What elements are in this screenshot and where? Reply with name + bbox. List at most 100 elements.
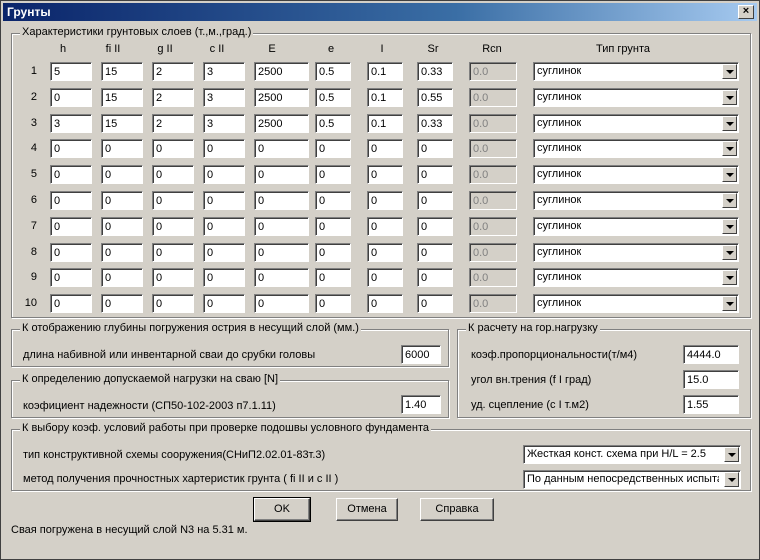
chevron-down-icon[interactable] — [724, 447, 739, 462]
layer-porosity-input[interactable] — [315, 268, 351, 287]
layer-sr-input[interactable] — [417, 88, 453, 107]
title-bar[interactable]: Грунты × — [3, 3, 757, 21]
layer-il-input[interactable] — [367, 88, 403, 107]
layer-il-input[interactable] — [367, 139, 403, 158]
layer-c-input[interactable] — [203, 114, 245, 133]
layer-il-input[interactable] — [367, 243, 403, 262]
layer-fi-input[interactable] — [101, 217, 143, 236]
layer-g-input[interactable] — [152, 165, 194, 184]
layer-porosity-input[interactable] — [315, 165, 351, 184]
layer-il-input[interactable] — [367, 62, 403, 81]
layer-e-modulus-input[interactable] — [254, 191, 309, 210]
layer-fi-input[interactable] — [101, 243, 143, 262]
layer-g-input[interactable] — [152, 268, 194, 287]
layer-porosity-input[interactable] — [315, 139, 351, 158]
layer-h-input[interactable] — [50, 165, 92, 184]
soil-type-select[interactable]: суглинок — [533, 243, 739, 262]
chevron-down-icon[interactable] — [722, 270, 737, 285]
scheme-select[interactable]: Жесткая конст. схема при H/L = 2.5 — [523, 445, 741, 464]
layer-g-input[interactable] — [152, 217, 194, 236]
chevron-down-icon[interactable] — [722, 245, 737, 260]
layer-porosity-input[interactable] — [315, 217, 351, 236]
layer-c-input[interactable] — [203, 88, 245, 107]
layer-fi-input[interactable] — [101, 139, 143, 158]
soil-type-select[interactable]: суглинок — [533, 139, 739, 158]
layer-h-input[interactable] — [50, 62, 92, 81]
layer-e-modulus-input[interactable] — [254, 294, 309, 313]
layer-e-modulus-input[interactable] — [254, 62, 309, 81]
ok-button[interactable]: OK — [253, 497, 311, 522]
chevron-down-icon[interactable] — [722, 116, 737, 131]
help-button[interactable]: Справка — [420, 498, 494, 521]
layer-sr-input[interactable] — [417, 243, 453, 262]
layer-porosity-input[interactable] — [315, 114, 351, 133]
pile-length-input[interactable] — [401, 345, 441, 364]
method-select[interactable]: По данным непосредственных испытаний — [523, 470, 741, 489]
layer-sr-input[interactable] — [417, 114, 453, 133]
layer-h-input[interactable] — [50, 88, 92, 107]
layer-porosity-input[interactable] — [315, 62, 351, 81]
layer-c-input[interactable] — [203, 139, 245, 158]
layer-c-input[interactable] — [203, 62, 245, 81]
layer-fi-input[interactable] — [101, 191, 143, 210]
soil-type-select[interactable]: суглинок — [533, 294, 739, 313]
layer-fi-input[interactable] — [101, 62, 143, 81]
layer-e-modulus-input[interactable] — [254, 165, 309, 184]
layer-g-input[interactable] — [152, 88, 194, 107]
chevron-down-icon[interactable] — [722, 141, 737, 156]
layer-h-input[interactable] — [50, 114, 92, 133]
layer-porosity-input[interactable] — [315, 191, 351, 210]
layer-fi-input[interactable] — [101, 114, 143, 133]
layer-fi-input[interactable] — [101, 294, 143, 313]
cohesion-input[interactable] — [683, 395, 739, 414]
layer-il-input[interactable] — [367, 165, 403, 184]
layer-fi-input[interactable] — [101, 88, 143, 107]
layer-il-input[interactable] — [367, 114, 403, 133]
layer-il-input[interactable] — [367, 268, 403, 287]
layer-g-input[interactable] — [152, 114, 194, 133]
layer-g-input[interactable] — [152, 139, 194, 158]
layer-h-input[interactable] — [50, 243, 92, 262]
soil-type-select[interactable]: суглинок — [533, 165, 739, 184]
layer-fi-input[interactable] — [101, 165, 143, 184]
chevron-down-icon[interactable] — [722, 167, 737, 182]
layer-c-input[interactable] — [203, 243, 245, 262]
soil-type-select[interactable]: суглинок — [533, 114, 739, 133]
layer-il-input[interactable] — [367, 191, 403, 210]
close-button[interactable]: × — [738, 5, 754, 19]
chevron-down-icon[interactable] — [722, 64, 737, 79]
chevron-down-icon[interactable] — [722, 296, 737, 311]
layer-sr-input[interactable] — [417, 191, 453, 210]
soil-type-select[interactable]: суглинок — [533, 88, 739, 107]
soil-type-select[interactable]: суглинок — [533, 268, 739, 287]
layer-c-input[interactable] — [203, 268, 245, 287]
layer-h-input[interactable] — [50, 139, 92, 158]
reliability-input[interactable] — [401, 395, 441, 414]
chevron-down-icon[interactable] — [722, 193, 737, 208]
soil-type-select[interactable]: суглинок — [533, 191, 739, 210]
layer-g-input[interactable] — [152, 294, 194, 313]
layer-porosity-input[interactable] — [315, 294, 351, 313]
layer-c-input[interactable] — [203, 217, 245, 236]
layer-sr-input[interactable] — [417, 217, 453, 236]
layer-porosity-input[interactable] — [315, 88, 351, 107]
layer-e-modulus-input[interactable] — [254, 139, 309, 158]
soil-type-select[interactable]: суглинок — [533, 217, 739, 236]
layer-e-modulus-input[interactable] — [254, 88, 309, 107]
layer-porosity-input[interactable] — [315, 243, 351, 262]
layer-c-input[interactable] — [203, 294, 245, 313]
layer-e-modulus-input[interactable] — [254, 268, 309, 287]
layer-g-input[interactable] — [152, 243, 194, 262]
layer-il-input[interactable] — [367, 294, 403, 313]
layer-sr-input[interactable] — [417, 294, 453, 313]
layer-e-modulus-input[interactable] — [254, 243, 309, 262]
layer-c-input[interactable] — [203, 191, 245, 210]
layer-e-modulus-input[interactable] — [254, 217, 309, 236]
layer-sr-input[interactable] — [417, 268, 453, 287]
soil-type-select[interactable]: суглинок — [533, 62, 739, 81]
layer-g-input[interactable] — [152, 191, 194, 210]
layer-sr-input[interactable] — [417, 62, 453, 81]
cancel-button[interactable]: Отмена — [336, 498, 398, 521]
layer-h-input[interactable] — [50, 268, 92, 287]
layer-h-input[interactable] — [50, 217, 92, 236]
